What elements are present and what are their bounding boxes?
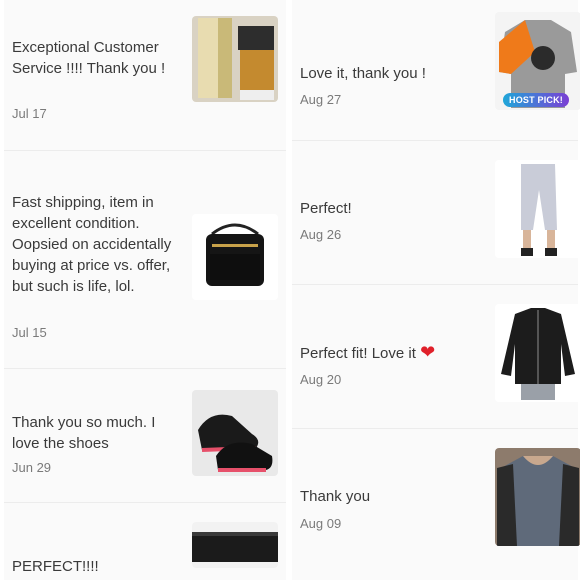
review-card[interactable]: Perfect! Aug 26 (292, 142, 580, 282)
review-card[interactable]: Thank you so much. I love the shoes Jun … (4, 370, 286, 500)
review-date: Aug 26 (300, 227, 342, 242)
review-card[interactable]: Exceptional Customer Service !!!! Thank … (4, 0, 286, 150)
review-text: Exceptional Customer Service !!!! Thank … (12, 39, 166, 77)
review-text: Love it, thank you ! (300, 65, 426, 82)
review-text-row: Perfect fit! Love it ❤ (300, 342, 490, 364)
review-date: Aug 27 (300, 92, 342, 107)
review-card[interactable]: PERFECT!!!! (4, 504, 286, 580)
host-pick-badge: HOST PICK! (503, 93, 570, 107)
review-date: Jul 17 (12, 106, 47, 121)
bathroom-accessories-photo[interactable] (192, 16, 278, 102)
divider (4, 368, 286, 369)
review-card[interactable]: Thank you Aug 09 (292, 430, 580, 580)
review-text: Fast shipping, item in excellent conditi… (12, 194, 172, 295)
review-text: Perfect fit! Love it (300, 345, 416, 362)
review-text: Thank you (300, 488, 371, 505)
divider (292, 140, 578, 141)
review-collage: Exceptional Customer Service !!!! Thank … (0, 0, 580, 580)
black-leather-item-photo[interactable] (192, 522, 278, 568)
review-card[interactable]: Perfect fit! Love it ❤ Aug 20 (292, 286, 580, 426)
review-card[interactable]: Love it, thank you ! Aug 27 HOST PICK! (292, 0, 580, 140)
left-review-column: Exceptional Customer Service !!!! Thank … (4, 0, 286, 580)
black-zip-jacket-photo[interactable] (495, 304, 580, 402)
review-date: Aug 09 (300, 516, 342, 531)
black-crossbody-bag-photo[interactable] (192, 214, 278, 300)
review-text: Perfect! (300, 200, 352, 217)
divider (292, 284, 578, 285)
gray-capri-leggings-photo[interactable] (495, 160, 580, 258)
divider (4, 150, 286, 151)
review-text: Thank you so much. I love the shoes (12, 414, 156, 452)
black-sneakers-photo[interactable] (192, 390, 278, 476)
review-text: PERFECT!!!! (12, 558, 99, 575)
divider (292, 428, 578, 429)
orange-gray-hoodie-photo[interactable]: HOST PICK! (495, 12, 580, 110)
divider (4, 502, 286, 503)
heart-icon: ❤ (420, 342, 436, 362)
right-review-column: Love it, thank you ! Aug 27 HOST PICK! P… (292, 0, 580, 580)
review-card[interactable]: Fast shipping, item in excellent conditi… (4, 152, 286, 368)
review-date: Aug 20 (300, 372, 342, 387)
review-date: Jul 15 (12, 325, 47, 340)
gray-graphic-top-photo[interactable] (495, 448, 580, 546)
review-date: Jun 29 (12, 460, 52, 475)
